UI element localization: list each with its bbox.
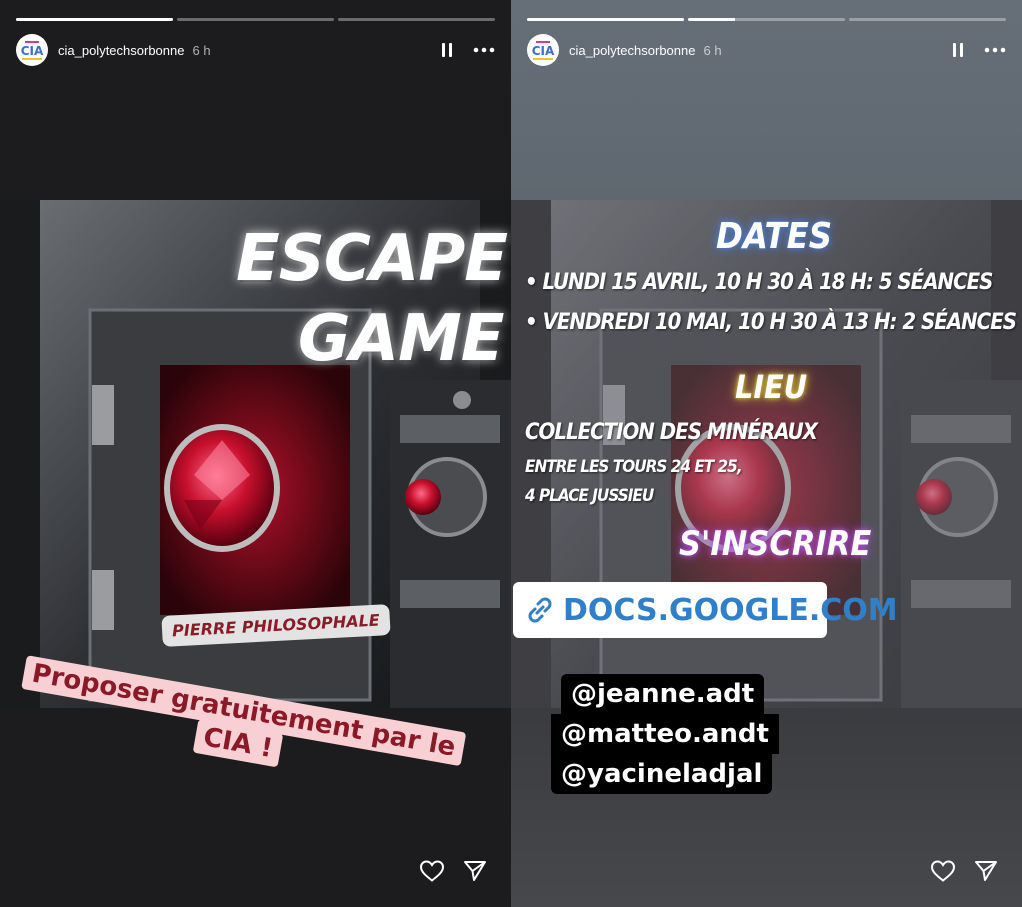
avatar[interactable]: CIA — [16, 34, 48, 66]
link-icon — [523, 593, 557, 627]
more-icon[interactable] — [473, 47, 495, 53]
post-time: 6 h — [703, 42, 722, 58]
send-icon[interactable] — [463, 859, 487, 883]
story-media: ESCAPE GAME PIERRE PHILOSOPHALE — [0, 200, 511, 708]
dates-line: • VENDREDI 10 MAI, 10 H 30 À 13 H: 2 SÉA… — [525, 310, 1017, 335]
story-header: CIA cia_polytechsorbonne 6 h — [16, 34, 495, 66]
mention-sticker[interactable]: @matteo.andt — [551, 714, 779, 754]
header-actions — [952, 42, 1006, 58]
avatar[interactable]: CIA — [527, 34, 559, 66]
dates-heading: DATES — [716, 216, 833, 257]
header-actions — [441, 42, 495, 58]
username[interactable]: cia_polytechsorbonne — [569, 43, 695, 58]
dates-line: • LUNDI 15 AVRIL, 10 H 30 À 18 H: 5 SÉAN… — [525, 270, 993, 295]
lieu-line: 4 PLACE JUSSIEU — [525, 486, 654, 506]
pause-icon[interactable] — [952, 42, 964, 58]
logo-text: CIA — [532, 44, 555, 58]
username[interactable]: cia_polytechsorbonne — [58, 43, 184, 58]
progress-segment — [849, 18, 1006, 21]
link-sticker[interactable]: DOCS.GOOGLE.COM — [513, 582, 898, 638]
signup-heading: S'INSCRIRE — [679, 524, 872, 564]
story-panel[interactable]: CIA cia_polytechsorbonne 6 h — [511, 0, 1022, 907]
progress-segment — [688, 18, 845, 21]
story-progress-bar — [16, 18, 495, 21]
pause-icon[interactable] — [441, 42, 453, 58]
story-header: CIA cia_polytechsorbonne 6 h — [527, 34, 1006, 66]
lieu-line: COLLECTION DES MINÉRAUX — [525, 420, 818, 445]
logo-text: CIA — [21, 44, 44, 58]
lieu-heading: LIEU — [735, 368, 808, 406]
heart-icon[interactable] — [930, 859, 956, 883]
cia-logo: CIA — [532, 41, 555, 60]
poster-title-line: GAME — [298, 302, 504, 376]
poster-title-line: ESCAPE — [236, 222, 508, 296]
progress-fill — [527, 18, 684, 21]
story-progress-bar — [527, 18, 1006, 21]
link-text: DOCS.GOOGLE.COM — [563, 592, 898, 628]
send-icon[interactable] — [974, 859, 998, 883]
story-panel[interactable]: CIA cia_polytechsorbonne 6 h — [0, 0, 511, 907]
heart-icon[interactable] — [419, 859, 445, 883]
story-footer — [930, 859, 998, 883]
progress-segment — [177, 18, 334, 21]
progress-fill — [688, 18, 736, 21]
post-time: 6 h — [192, 42, 211, 58]
progress-segment — [527, 18, 684, 21]
cia-logo: CIA — [21, 41, 44, 60]
mention-sticker[interactable]: @yacineladjal — [551, 754, 773, 794]
progress-segment — [16, 18, 173, 21]
mention-stickers: @jeanne.adt @matteo.andt @yacineladjal — [551, 674, 779, 794]
story-footer — [419, 859, 487, 883]
more-icon[interactable] — [984, 47, 1006, 53]
progress-segment — [338, 18, 495, 21]
mention-sticker[interactable]: @jeanne.adt — [561, 674, 765, 714]
progress-fill — [16, 18, 173, 21]
lieu-line: ENTRE LES TOURS 24 ET 25, — [525, 457, 743, 477]
